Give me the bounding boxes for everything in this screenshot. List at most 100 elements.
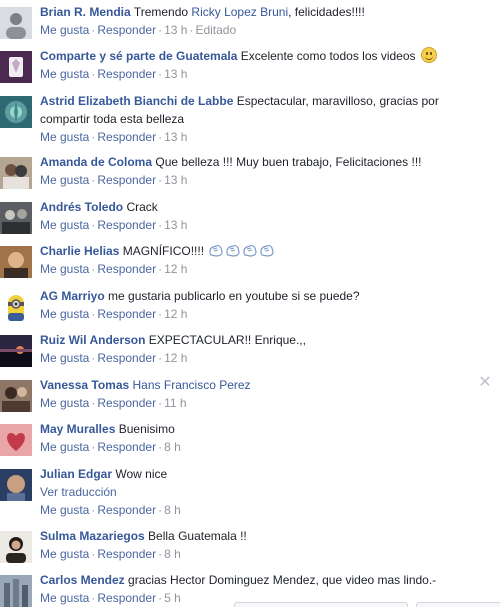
comment-actions: Me gusta · Responder · 8 h — [40, 438, 476, 456]
edited-label[interactable]: Editado — [195, 23, 236, 37]
like-button[interactable]: Me gusta — [40, 130, 89, 144]
timestamp[interactable]: 12 h — [164, 307, 187, 321]
bottom-panel-edge — [234, 602, 408, 607]
comment-actions: Me gusta · Responder · 12 h — [40, 349, 476, 367]
comment-author[interactable]: May Muralles — [40, 422, 115, 436]
comment-actions: Me gusta · Responder · 8 h — [40, 501, 476, 519]
comment-author[interactable]: Astrid Elizabeth Bianchi de Labbe — [40, 94, 233, 108]
avatar[interactable] — [0, 7, 32, 39]
reply-button[interactable]: Responder — [97, 218, 156, 232]
comment-author[interactable]: Andrés Toledo — [40, 200, 123, 214]
timestamp[interactable]: 11 h — [164, 396, 186, 410]
avatar[interactable] — [0, 424, 32, 456]
comment-actions: Me gusta · Responder · 13 h — [40, 128, 476, 146]
comment-author[interactable]: Sulma Mazariegos — [40, 529, 145, 543]
close-icon[interactable]: ✕ — [478, 375, 492, 391]
comment-author[interactable]: Julian Edgar — [40, 467, 112, 481]
separator: · — [158, 547, 163, 561]
timestamp[interactable]: 8 h — [164, 503, 181, 517]
comment-actions: Me gusta · Responder · 8 h — [40, 545, 476, 563]
like-button[interactable]: Me gusta — [40, 547, 89, 561]
avatar[interactable] — [0, 380, 32, 412]
reply-button[interactable]: Responder — [97, 440, 156, 454]
comment-text: gracias Hector Dominguez Mendez, que vid… — [128, 573, 437, 587]
comment-text: MAGNÍFICO!!!! — [122, 244, 205, 258]
timestamp[interactable]: 8 h — [164, 547, 181, 561]
avatar[interactable] — [0, 469, 32, 501]
comment-text: Excelente como todos los videos — [240, 49, 416, 63]
timestamp[interactable]: 12 h — [164, 262, 187, 276]
like-button[interactable]: Me gusta — [40, 173, 89, 187]
reply-button[interactable]: Responder — [97, 351, 156, 365]
comment-author[interactable]: AG Marriyo — [40, 289, 105, 303]
comment-author[interactable]: Ruiz Wil Anderson — [40, 333, 145, 347]
timestamp[interactable]: 5 h — [164, 591, 181, 605]
avatar[interactable] — [0, 157, 32, 189]
separator: · — [158, 173, 163, 187]
reply-button[interactable]: Responder — [97, 67, 156, 81]
comment-text: me gustaria publicarlo en youtube si se … — [108, 289, 360, 303]
reply-button[interactable]: Responder — [97, 130, 156, 144]
avatar[interactable] — [0, 246, 32, 278]
comment-text: Tremendo — [133, 5, 189, 19]
like-button[interactable]: Me gusta — [40, 307, 89, 321]
separator: · — [158, 67, 163, 81]
separator: · — [158, 307, 163, 321]
reply-button[interactable]: Responder — [97, 23, 156, 37]
comment-text-suffix: , felicidades!!!! — [288, 5, 365, 19]
clapping-hands-icon — [207, 244, 275, 258]
like-button[interactable]: Me gusta — [40, 591, 89, 605]
timestamp[interactable]: 12 h — [164, 351, 187, 365]
separator: · — [158, 351, 163, 365]
comment-actions: Me gusta · Responder · 13 h · Editado — [40, 21, 476, 39]
mention-link[interactable]: Ricky Lopez Bruni — [191, 5, 288, 19]
avatar[interactable] — [0, 51, 32, 83]
avatar[interactable] — [0, 96, 32, 128]
comment-feed: Brian R. Mendia Tremendo Ricky Lopez Bru… — [0, 0, 500, 607]
like-button[interactable]: Me gusta — [40, 503, 89, 517]
mention-link[interactable]: Hans Francisco Perez — [133, 378, 251, 392]
timestamp[interactable]: 13 h — [164, 23, 187, 37]
separator: · — [158, 23, 163, 37]
timestamp[interactable]: 13 h — [164, 173, 187, 187]
reply-button[interactable]: Responder — [97, 173, 156, 187]
separator: · — [158, 440, 163, 454]
like-button[interactable]: Me gusta — [40, 218, 89, 232]
avatar[interactable] — [0, 335, 32, 367]
see-translation-link[interactable]: Ver traducción — [40, 483, 476, 501]
comment-author[interactable]: Carlos Mendez — [40, 573, 125, 587]
like-button[interactable]: Me gusta — [40, 440, 89, 454]
separator: · — [158, 130, 163, 144]
comment-author[interactable]: Comparte y sé parte de Guatemala — [40, 49, 237, 63]
comment-actions: Me gusta · Responder · 13 h — [40, 65, 476, 83]
timestamp[interactable]: 13 h — [164, 218, 187, 232]
separator: · — [158, 396, 163, 410]
like-button[interactable]: Me gusta — [40, 23, 89, 37]
reply-button[interactable]: Responder — [97, 503, 156, 517]
comment-actions: Me gusta · Responder · 12 h — [40, 260, 476, 278]
avatar[interactable] — [0, 575, 32, 607]
avatar[interactable] — [0, 202, 32, 234]
reply-button[interactable]: Responder — [97, 547, 156, 561]
bottom-panel-edge — [416, 602, 500, 607]
timestamp[interactable]: 13 h — [164, 130, 187, 144]
comment-actions: Me gusta · Responder · 12 h — [40, 305, 476, 323]
comment-author[interactable]: Brian R. Mendia — [40, 5, 131, 19]
timestamp[interactable]: 8 h — [164, 440, 181, 454]
reply-button[interactable]: Responder — [97, 262, 156, 276]
avatar[interactable] — [0, 531, 32, 563]
like-button[interactable]: Me gusta — [40, 262, 89, 276]
comment-text: Que belleza !!! Muy buen trabajo, Felici… — [155, 155, 422, 169]
like-button[interactable]: Me gusta — [40, 351, 89, 365]
comment-actions: Me gusta · Responder · 13 h — [40, 216, 476, 234]
reply-button[interactable]: Responder — [97, 396, 156, 410]
comment-author[interactable]: Charlie Helias — [40, 244, 119, 258]
comment-author[interactable]: Amanda de Coloma — [40, 155, 152, 169]
timestamp[interactable]: 13 h — [164, 67, 187, 81]
like-button[interactable]: Me gusta — [40, 67, 89, 81]
comment-author[interactable]: Vanessa Tomas — [40, 378, 129, 392]
like-button[interactable]: Me gusta — [40, 396, 89, 410]
reply-button[interactable]: Responder — [97, 591, 156, 605]
reply-button[interactable]: Responder — [97, 307, 156, 321]
avatar[interactable] — [0, 291, 32, 323]
